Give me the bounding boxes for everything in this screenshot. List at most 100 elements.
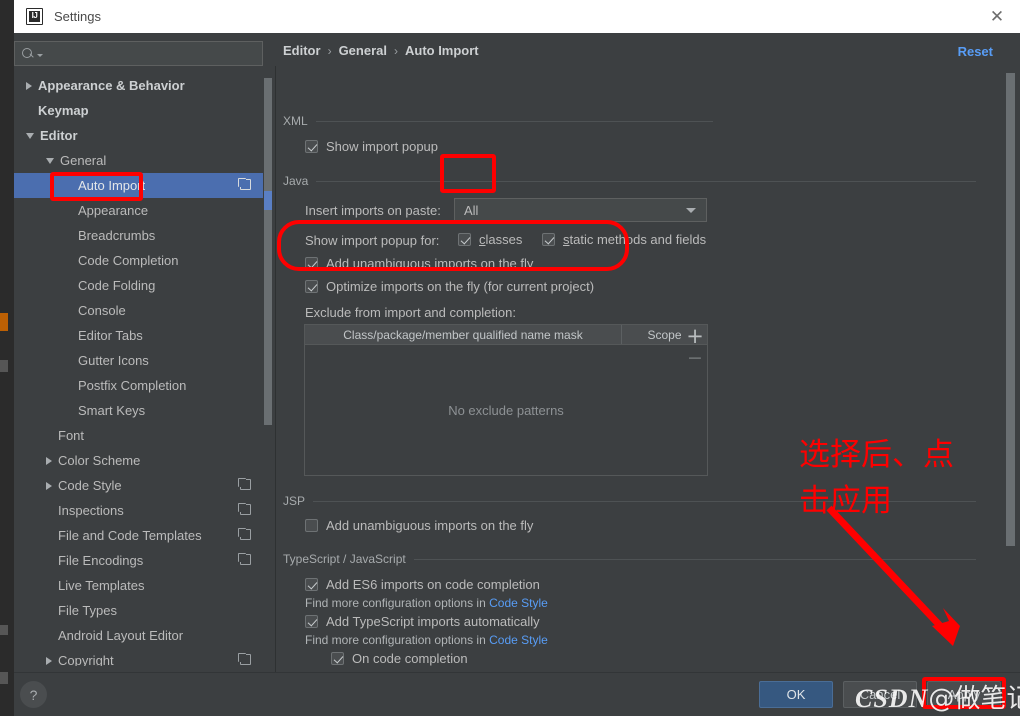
checkbox-label: On code completion: [352, 651, 468, 666]
group-label-jsp: JSP: [283, 494, 306, 508]
watermark-brand: CSDN: [855, 684, 929, 713]
window-title: Settings: [54, 9, 101, 24]
add-pattern-button[interactable]: +: [686, 325, 704, 347]
watermark-handle: @做笔记用: [928, 684, 1020, 714]
search-input[interactable]: [43, 46, 262, 61]
table-column-header-mask[interactable]: Class/package/member qualified name mask: [305, 325, 622, 344]
sidebar-item-label: File Types: [58, 603, 118, 618]
sidebar-item-label: Code Folding: [78, 278, 156, 293]
sidebar-item-keymap[interactable]: Keymap: [14, 98, 263, 123]
sidebar-item-editor-tabs[interactable]: Editor Tabs: [14, 323, 263, 348]
sidebar-item-postfix-completion[interactable]: Postfix Completion: [14, 373, 263, 398]
sidebar-item-console[interactable]: Console: [14, 298, 263, 323]
sidebar-item-inspections[interactable]: Inspections: [14, 498, 263, 523]
checkbox-on-code-completion[interactable]: On code completion: [331, 651, 468, 666]
checkbox-box[interactable]: [305, 578, 318, 591]
table-toolbar: + −: [681, 325, 709, 369]
project-scope-icon: [238, 553, 251, 565]
sidebar-item-appearance[interactable]: Appearance: [14, 198, 263, 223]
sidebar-item-auto-import[interactable]: Auto Import: [14, 173, 263, 198]
chevron-right-icon[interactable]: [46, 656, 52, 665]
exclude-patterns-table[interactable]: Class/package/member qualified name mask…: [304, 324, 708, 476]
sidebar-item-label: General: [60, 153, 107, 168]
checkbox-box[interactable]: [331, 652, 344, 665]
chevron-right-icon[interactable]: [46, 481, 52, 490]
sidebar-item-label: Android Layout Editor: [58, 628, 184, 643]
sidebar-item-color-scheme[interactable]: Color Scheme: [14, 448, 263, 473]
chevron-down-icon[interactable]: [46, 157, 54, 164]
help-button[interactable]: ?: [20, 681, 47, 708]
sidebar-item-code-style[interactable]: Code Style: [14, 473, 263, 498]
sidebar-item-general[interactable]: General: [14, 148, 263, 173]
breadcrumb-general[interactable]: General: [339, 43, 387, 58]
checkbox-box[interactable]: [305, 615, 318, 628]
checkbox-box[interactable]: [542, 233, 555, 246]
sidebar-item-label: Editor: [40, 128, 78, 143]
ok-button[interactable]: OK: [759, 681, 833, 708]
checkbox-add-es6-imports[interactable]: Add ES6 imports on code completion: [305, 577, 540, 592]
code-style-link[interactable]: Code Style: [489, 633, 548, 647]
sidebar-item-copyright[interactable]: Copyright: [14, 648, 263, 666]
settings-search-box[interactable]: [14, 41, 263, 66]
sidebar-item-editor[interactable]: Editor: [14, 123, 263, 148]
chevron-right-icon[interactable]: [46, 456, 52, 465]
sidebar-item-label: Font: [58, 428, 85, 443]
watermark: CSDN@做笔记用: [855, 678, 1020, 715]
checkbox-add-unambiguous-imports-java[interactable]: Add unambiguous imports on the fly: [305, 256, 533, 271]
checkbox-optimize-imports-on-the-fly[interactable]: Optimize imports on the fly (for current…: [305, 279, 594, 294]
sidebar-item-code-folding[interactable]: Code Folding: [14, 273, 263, 298]
sidebar-item-file-encodings[interactable]: File Encodings: [14, 548, 263, 573]
sidebar-scrollbar-thumb[interactable]: [264, 78, 272, 191]
sidebar-item-file-and-code-templates[interactable]: File and Code Templates: [14, 523, 263, 548]
code-style-link[interactable]: Code Style: [489, 596, 548, 610]
checkbox-add-unambiguous-imports-jsp[interactable]: Add unambiguous imports on the fly: [305, 518, 533, 533]
checkbox-static-methods-and-fields[interactable]: static methods and fields: [542, 232, 706, 247]
sidebar-item-font[interactable]: Font: [14, 423, 263, 448]
reset-link[interactable]: Reset: [958, 44, 993, 59]
sidebar-scrollbar-thumb-highlight[interactable]: [264, 191, 272, 210]
project-scope-icon: [238, 528, 251, 540]
select-value: All: [464, 202, 479, 218]
breadcrumb-separator: ›: [393, 43, 398, 58]
sidebar-item-gutter-icons[interactable]: Gutter Icons: [14, 348, 263, 373]
checkbox-add-typescript-imports[interactable]: Add TypeScript imports automatically: [305, 614, 540, 629]
close-icon[interactable]: ✕: [974, 0, 1020, 33]
remove-pattern-button[interactable]: −: [687, 347, 703, 369]
chevron-down-icon[interactable]: [26, 132, 34, 139]
settings-category-tree[interactable]: Appearance & Behavior Keymap Editor General…: [14, 73, 263, 666]
insert-imports-on-paste-label: Insert imports on paste:: [305, 203, 441, 218]
breadcrumb: Editor › General › Auto Import: [283, 43, 479, 58]
checkbox-classes[interactable]: classes: [458, 232, 522, 247]
checkbox-box[interactable]: [305, 257, 318, 270]
sidebar-item-breadcrumbs[interactable]: Breadcrumbs: [14, 223, 263, 248]
background-fleck: [0, 360, 8, 372]
sidebar-scrollbar-thumb[interactable]: [264, 210, 272, 425]
breadcrumb-separator: ›: [327, 43, 332, 58]
sidebar-item-appearance-behavior[interactable]: Appearance & Behavior: [14, 73, 263, 98]
group-header-typescript-javascript: TypeScript / JavaScript: [283, 552, 976, 566]
checkbox-show-import-popup[interactable]: Show import popup: [305, 139, 438, 154]
content-scrollbar-thumb[interactable]: [1006, 73, 1015, 546]
sidebar-item-live-templates[interactable]: Live Templates: [14, 573, 263, 598]
checkbox-box[interactable]: [458, 233, 471, 246]
sidebar-item-smart-keys[interactable]: Smart Keys: [14, 398, 263, 423]
insert-imports-on-paste-select[interactable]: All: [454, 198, 707, 222]
background-app-strip: [0, 0, 14, 716]
group-rule: [413, 558, 976, 560]
breadcrumb-editor[interactable]: Editor: [283, 43, 321, 58]
checkbox-box[interactable]: [305, 280, 318, 293]
sidebar-item-file-types[interactable]: File Types: [14, 598, 263, 623]
sidebar-item-label: Gutter Icons: [78, 353, 149, 368]
sidebar-item-label: Smart Keys: [78, 403, 146, 418]
sidebar-item-code-completion[interactable]: Code Completion: [14, 248, 263, 273]
table-header: Class/package/member qualified name mask…: [305, 325, 707, 345]
sidebar-item-label: Color Scheme: [58, 453, 141, 468]
checkbox-box[interactable]: [305, 140, 318, 153]
sidebar-item-android-layout-editor[interactable]: Android Layout Editor: [14, 623, 263, 648]
group-rule: [315, 120, 713, 122]
checkbox-box[interactable]: [305, 519, 318, 532]
checkbox-label: classes: [479, 232, 522, 247]
group-rule: [316, 180, 976, 182]
chevron-down-icon[interactable]: [686, 207, 696, 213]
chevron-right-icon[interactable]: [26, 81, 32, 90]
